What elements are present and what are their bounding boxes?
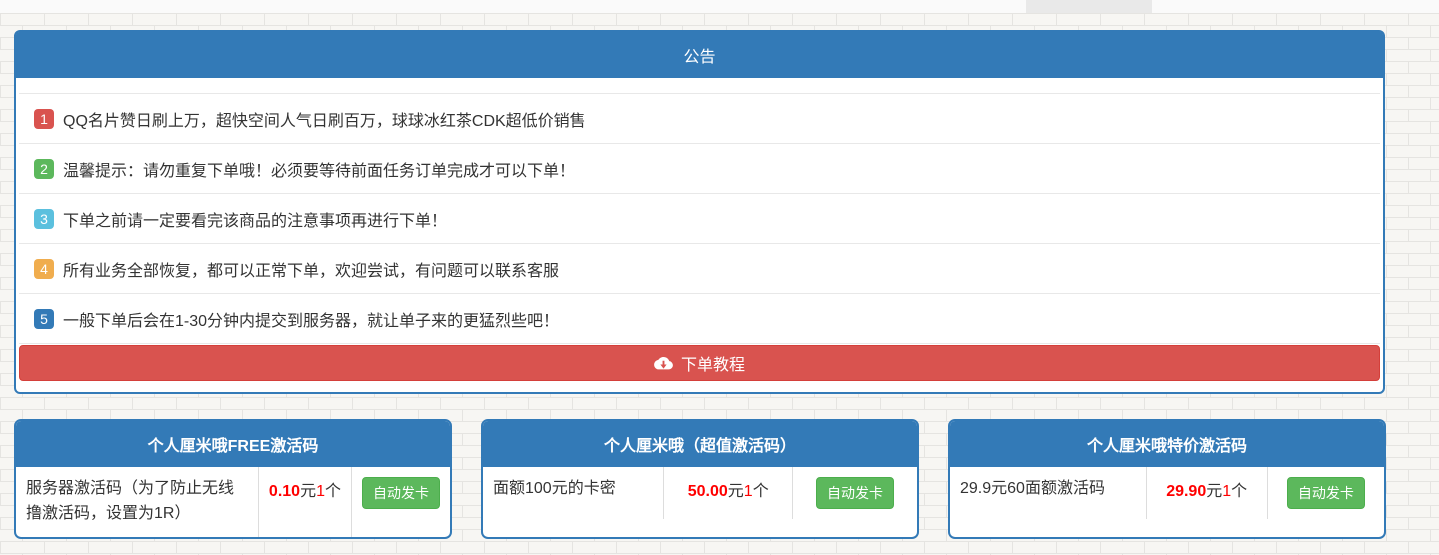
price-value: 0.10 — [269, 483, 300, 500]
card-product-table: 服务器激活码（为了防止无线撸激活码，设置为1R） 0.10元1个 自动发卡 — [16, 467, 450, 537]
quantity-value: 1 — [744, 483, 753, 500]
price-unit: 元 — [1206, 483, 1222, 500]
product-price: 29.90元1个 — [1146, 467, 1267, 519]
card-product-table: 面额100元的卡密 50.00元1个 自动发卡 — [483, 467, 917, 519]
order-tutorial-button[interactable]: 下单教程 — [19, 345, 1380, 381]
announcement-panel: 公告 1 QQ名片赞日刷上万，超快空间人气日刷百万，球球冰红茶CDK超低价销售 … — [14, 30, 1385, 394]
product-action-cell: 自动发卡 — [352, 467, 451, 537]
quantity-value: 1 — [316, 483, 325, 500]
panel-title: 公告 — [16, 32, 1383, 78]
product-name: 面额100元的卡密 — [483, 467, 664, 519]
product-card-special-price: 个人厘米哦特价激活码 29.9元60面额激活码 29.90元1个 自动发卡 — [948, 419, 1386, 539]
product-name: 服务器激活码（为了防止无线撸激活码，设置为1R） — [16, 467, 258, 537]
product-name: 29.9元60面额激活码 — [950, 467, 1146, 519]
notice-text: QQ名片赞日刷上万，超快空间人气日刷百万，球球冰红茶CDK超低价销售 — [63, 107, 586, 131]
notice-text: 温馨提示：请勿重复下单哦！必须要等待前面任务订单完成才可以下单！ — [63, 157, 575, 181]
product-action-cell: 自动发卡 — [1267, 467, 1384, 519]
table-row: 29.9元60面额激活码 29.90元1个 自动发卡 — [950, 467, 1384, 519]
auto-card-button[interactable]: 自动发卡 — [362, 477, 440, 509]
card-title: 个人厘米哦（超值激活码） — [483, 421, 917, 467]
price-unit: 元 — [728, 483, 744, 500]
notice-item: 1 QQ名片赞日刷上万，超快空间人气日刷百万，球球冰红茶CDK超低价销售 — [19, 93, 1380, 143]
notice-text: 下单之前请一定要看完该商品的注意事项再进行下单！ — [63, 207, 447, 231]
auto-card-button[interactable]: 自动发卡 — [1287, 477, 1365, 509]
quantity-value: 1 — [1222, 483, 1231, 500]
cloud-download-icon — [654, 356, 673, 371]
card-title: 个人厘米哦特价激活码 — [950, 421, 1384, 467]
product-price: 0.10元1个 — [258, 467, 351, 537]
card-title: 个人厘米哦FREE激活码 — [16, 421, 450, 467]
top-scrollbar-artifact — [1026, 0, 1152, 13]
product-action-cell: 自动发卡 — [793, 467, 917, 519]
auto-card-button[interactable]: 自动发卡 — [816, 477, 894, 509]
notice-text: 一般下单后会在1-30分钟内提交到服务器，就让单子来的更猛烈些吧！ — [63, 307, 559, 331]
announcement-body: 1 QQ名片赞日刷上万，超快空间人气日刷百万，球球冰红茶CDK超低价销售 2 温… — [16, 78, 1383, 392]
price-unit: 元 — [300, 483, 316, 500]
notice-number-badge: 5 — [34, 309, 54, 329]
announcement-list: 1 QQ名片赞日刷上万，超快空间人气日刷百万，球球冰红茶CDK超低价销售 2 温… — [19, 93, 1380, 344]
price-value: 29.90 — [1166, 483, 1206, 500]
order-tutorial-label: 下单教程 — [681, 351, 745, 375]
product-cards-row: 个人厘米哦FREE激活码 服务器激活码（为了防止无线撸激活码，设置为1R） 0.… — [14, 419, 1386, 539]
notice-number-badge: 4 — [34, 259, 54, 279]
notice-item: 3 下单之前请一定要看完该商品的注意事项再进行下单！ — [19, 193, 1380, 243]
quantity-unit: 个 — [325, 483, 341, 500]
notice-item: 5 一般下单后会在1-30分钟内提交到服务器，就让单子来的更猛烈些吧！ — [19, 293, 1380, 343]
card-product-table: 29.9元60面额激活码 29.90元1个 自动发卡 — [950, 467, 1384, 519]
notice-item: 4 所有业务全部恢复，都可以正常下单，欢迎尝试，有问题可以联系客服 — [19, 243, 1380, 293]
product-price: 50.00元1个 — [664, 467, 793, 519]
notice-item: 2 温馨提示：请勿重复下单哦！必须要等待前面任务订单完成才可以下单！ — [19, 143, 1380, 193]
product-card-free: 个人厘米哦FREE激活码 服务器激活码（为了防止无线撸激活码，设置为1R） 0.… — [14, 419, 452, 539]
notice-number-badge: 2 — [34, 159, 54, 179]
notice-text: 所有业务全部恢复，都可以正常下单，欢迎尝试，有问题可以联系客服 — [63, 257, 559, 281]
table-row: 面额100元的卡密 50.00元1个 自动发卡 — [483, 467, 917, 519]
price-value: 50.00 — [688, 483, 728, 500]
top-strip — [0, 0, 1439, 13]
table-row: 服务器激活码（为了防止无线撸激活码，设置为1R） 0.10元1个 自动发卡 — [16, 467, 450, 537]
notice-number-badge: 3 — [34, 209, 54, 229]
quantity-unit: 个 — [753, 483, 769, 500]
quantity-unit: 个 — [1231, 483, 1247, 500]
notice-number-badge: 1 — [34, 109, 54, 129]
product-card-super-value: 个人厘米哦（超值激活码） 面额100元的卡密 50.00元1个 自动发卡 — [481, 419, 919, 539]
